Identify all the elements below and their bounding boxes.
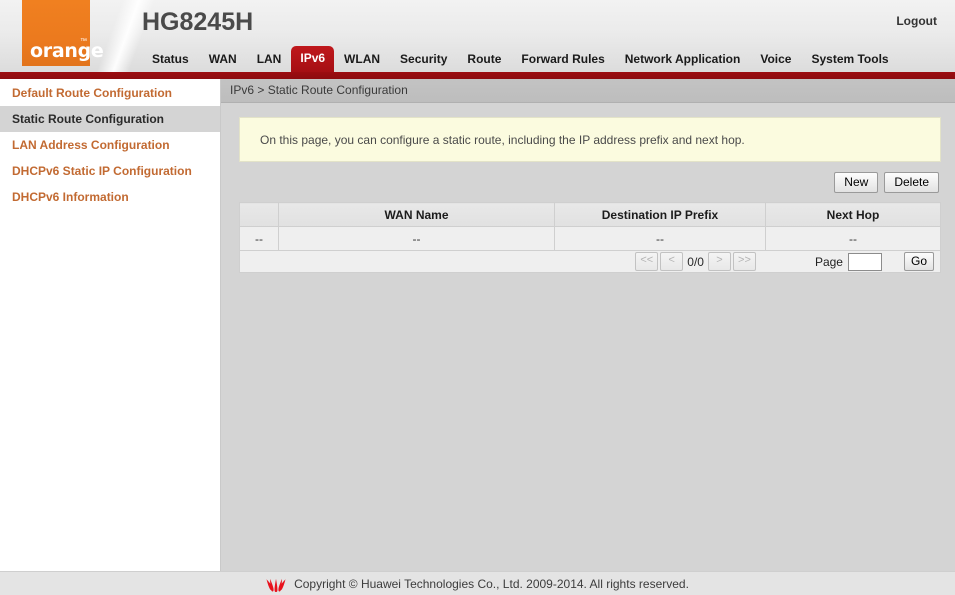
sidebar-item-dhcpv6-information[interactable]: DHCPv6 Information (0, 184, 220, 210)
page-footer: Copyright © Huawei Technologies Co., Ltd… (0, 571, 955, 595)
sidebar: Default Route Configuration Static Route… (0, 79, 221, 579)
delete-button[interactable]: Delete (884, 172, 939, 193)
pager-last-button[interactable]: >> (732, 252, 756, 271)
pager-prev-button[interactable]: < (660, 252, 684, 271)
pagination-controls: << < 0/0 > >> Page Go (240, 252, 934, 271)
pager-page-count: 0/0 (687, 254, 704, 269)
main-nav: Status WAN LAN IPv6 WLAN Security Route … (142, 44, 899, 72)
nav-item-status[interactable]: Status (142, 47, 199, 72)
orange-logo-text: orange (30, 40, 104, 62)
nav-item-ipv6[interactable]: IPv6 (291, 46, 335, 72)
cell-wan-name: -- (278, 226, 555, 251)
sidebar-item-default-route-configuration[interactable]: Default Route Configuration (0, 80, 220, 106)
sidebar-item-dhcpv6-static-ip-configuration[interactable]: DHCPv6 Static IP Configuration (0, 158, 220, 184)
column-header-select (239, 202, 279, 227)
table-header-row: WAN Name Destination IP Prefix Next Hop (239, 202, 941, 227)
nav-item-forward-rules[interactable]: Forward Rules (511, 47, 614, 72)
header-red-divider (0, 72, 955, 79)
copyright-text: Copyright © Huawei Technologies Co., Ltd… (294, 576, 689, 591)
static-route-table: WAN Name Destination IP Prefix Next Hop … (239, 202, 941, 273)
trademark-icon: ™ (80, 38, 87, 45)
sidebar-item-static-route-configuration[interactable]: Static Route Configuration (0, 106, 220, 132)
sidebar-item-lan-address-configuration[interactable]: LAN Address Configuration (0, 132, 220, 158)
nav-item-route[interactable]: Route (457, 47, 511, 72)
pager-cell: << < 0/0 > >> Page Go (239, 250, 941, 273)
content-panel: On this page, you can configure a static… (221, 103, 955, 273)
logout-button[interactable]: Logout (896, 14, 937, 28)
pager-page-input[interactable] (847, 252, 882, 271)
nav-item-network-application[interactable]: Network Application (615, 47, 751, 72)
main-content: IPv6 > Static Route Configuration On thi… (221, 79, 955, 579)
column-header-wan-name: WAN Name (278, 202, 555, 227)
cell-select: -- (239, 226, 279, 251)
new-button[interactable]: New (834, 172, 879, 193)
pager-go-button[interactable]: Go (903, 252, 934, 271)
info-message-box: On this page, you can configure a static… (239, 117, 941, 162)
nav-item-system-tools[interactable]: System Tools (801, 47, 898, 72)
breadcrumb: IPv6 > Static Route Configuration (221, 79, 955, 103)
table-actions-toolbar: New Delete (239, 172, 941, 193)
column-header-destination-ip-prefix: Destination IP Prefix (554, 202, 766, 227)
pager-next-button[interactable]: > (707, 252, 731, 271)
orange-logo[interactable]: orange ™ (22, 0, 104, 66)
nav-item-lan[interactable]: LAN (247, 47, 292, 72)
info-message-text: On this page, you can configure a static… (260, 132, 745, 147)
cell-destination-ip-prefix: -- (554, 226, 766, 251)
nav-item-wlan[interactable]: WLAN (334, 47, 390, 72)
pager-first-button[interactable]: << (635, 252, 659, 271)
cell-next-hop: -- (765, 226, 941, 251)
table-pager-row: << < 0/0 > >> Page Go (239, 250, 941, 273)
nav-item-security[interactable]: Security (390, 47, 457, 72)
nav-item-voice[interactable]: Voice (750, 47, 801, 72)
page-body: Default Route Configuration Static Route… (0, 79, 955, 579)
column-header-next-hop: Next Hop (765, 202, 941, 227)
table-row[interactable]: -- -- -- -- (239, 226, 941, 251)
huawei-flower-icon (266, 576, 286, 592)
pager-page-label: Page (814, 254, 843, 269)
page-header: orange ™ HG8245H Logout Status WAN LAN I… (0, 0, 955, 72)
page-title: HG8245H (142, 8, 254, 36)
nav-item-wan[interactable]: WAN (199, 47, 247, 72)
